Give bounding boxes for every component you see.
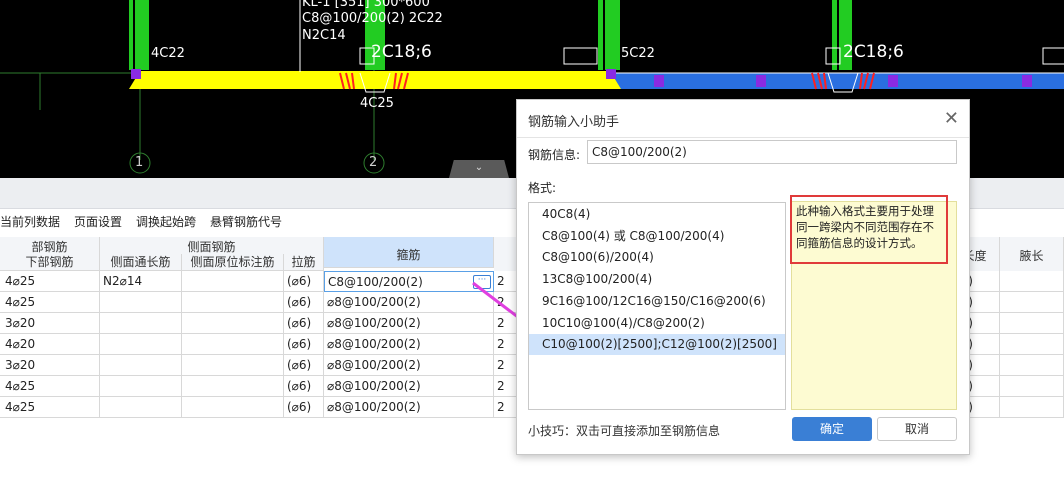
- table-cell-blank2[interactable]: [1000, 292, 1064, 313]
- header-side-original: 侧面原位标注筋: [182, 254, 284, 271]
- header-stirrup[interactable]: 箍筋: [324, 237, 494, 268]
- table-cell-orig[interactable]: [182, 292, 284, 313]
- table-cell-bottom[interactable]: 3⌀20: [0, 313, 100, 334]
- format-item[interactable]: 10C10@100(4)/C8@200(2): [529, 313, 785, 334]
- bottom-label: 4C25: [360, 96, 394, 111]
- format-item[interactable]: 13C8@100/200(4): [529, 269, 785, 290]
- table-cell-bottom[interactable]: 4⌀20: [0, 334, 100, 355]
- table-cell-tie[interactable]: (⌀6): [284, 397, 324, 418]
- rebar-info-label: 钢筋信息:: [528, 148, 581, 162]
- header-side-continuous: 侧面通长筋: [100, 254, 182, 271]
- table-cell-bottom[interactable]: 4⌀25: [0, 271, 100, 292]
- close-icon[interactable]: ✕: [944, 108, 959, 129]
- format-list: 40C8(4) C8@100(4) 或 C8@100/200(4) C8@100…: [528, 202, 786, 410]
- table-cell-side[interactable]: [100, 376, 182, 397]
- table-cell-stirrup[interactable]: ⌀8@100/200(2): [324, 313, 494, 334]
- rebar-info-input[interactable]: C8@100/200(2): [587, 140, 957, 164]
- table-cell-stirrup[interactable]: ⌀8@100/200(2): [324, 334, 494, 355]
- table-cell-stirrup[interactable]: ⌀8@100/200(2): [324, 292, 494, 313]
- table-cell-tie[interactable]: (⌀6): [284, 292, 324, 313]
- table-cell-blank2[interactable]: [1000, 313, 1064, 334]
- rebar-input-helper-dialog: 钢筋输入小助手 ✕ 钢筋信息: C8@100/200(2) 格式: 40C8(4…: [516, 99, 970, 455]
- table-cell-stirrup[interactable]: ⌀8@100/200(2): [324, 397, 494, 418]
- toolbar-page-setup[interactable]: 页面设置: [74, 213, 122, 235]
- table-cell-orig[interactable]: [182, 376, 284, 397]
- tip-text: 小技巧：双击可直接添加至钢筋信息: [528, 424, 721, 438]
- beam-label-line-3: N2C14: [302, 28, 346, 43]
- format-item[interactable]: C8@100(4) 或 C8@100/200(4): [529, 226, 785, 247]
- table-cell-orig[interactable]: [182, 271, 284, 292]
- table-cell-side[interactable]: N2⌀14: [100, 271, 182, 292]
- table-cell-side[interactable]: [100, 313, 182, 334]
- table-cell-orig[interactable]: [182, 355, 284, 376]
- format-item-selected[interactable]: C10@100(2)[2500];C12@100(2)[2500]: [529, 334, 785, 355]
- toolbar-swap-start-span[interactable]: 调换起始跨: [136, 213, 196, 235]
- table-cell-blank2[interactable]: [1000, 397, 1064, 418]
- table-cell-side[interactable]: [100, 355, 182, 376]
- ok-button[interactable]: 确定: [792, 417, 872, 441]
- table-cell-bottom[interactable]: 3⌀20: [0, 355, 100, 376]
- beam-label-line-2: C8@100/200(2) 2C22: [302, 11, 443, 26]
- format-item[interactable]: 40C8(4): [529, 204, 785, 225]
- cancel-button[interactable]: 取消: [877, 417, 957, 441]
- table-cell-tie[interactable]: (⌀6): [284, 376, 324, 397]
- more-options-button[interactable]: ···: [473, 275, 491, 289]
- support-label-left: 4C22: [151, 46, 185, 61]
- toolbar-current-column-data[interactable]: 当前列数据: [0, 213, 60, 235]
- beam-label-line-1: KL-1 [351] 300*600: [302, 0, 430, 10]
- table-cell-bottom[interactable]: 4⌀25: [0, 292, 100, 313]
- dialog-divider: [517, 137, 969, 138]
- header-bottom-rebar: 下部钢筋: [0, 254, 100, 271]
- table-cell-stirrup[interactable]: ⌀8@100/200(2): [324, 376, 494, 397]
- table-cell-tie[interactable]: (⌀6): [284, 355, 324, 376]
- axis-label-1: 1: [135, 155, 144, 170]
- table-cell-tie[interactable]: (⌀6): [284, 313, 324, 334]
- collapse-panel-tab[interactable]: ⌄: [449, 160, 509, 178]
- table-cell-blank2[interactable]: [1000, 334, 1064, 355]
- chevron-down-icon: ⌄: [474, 162, 484, 173]
- table-cell-orig[interactable]: [182, 313, 284, 334]
- table-cell-blank2[interactable]: [1000, 355, 1064, 376]
- dialog-title: 钢筋输入小助手: [528, 115, 620, 130]
- format-item[interactable]: C8@100(6)/200(4): [529, 247, 785, 268]
- table-cell-side[interactable]: [100, 292, 182, 313]
- format-description: 此种输入格式主要用于处理同一跨梁内不同范围存在不同箍筋信息的设计方式。: [790, 195, 948, 264]
- table-cell-stirrup[interactable]: ⌀8@100/200(2): [324, 355, 494, 376]
- toolbar-cantilever-code[interactable]: 悬臂钢筋代号: [210, 213, 282, 235]
- table-toolbar: 当前列数据 页面设置 调换起始跨 悬臂钢筋代号: [0, 213, 296, 235]
- axis-label-2: 2: [369, 155, 378, 170]
- table-cell-bottom[interactable]: 4⌀25: [0, 376, 100, 397]
- table-cell-side[interactable]: [100, 334, 182, 355]
- table-cell-tie[interactable]: (⌀6): [284, 334, 324, 355]
- table-cell-blank2[interactable]: [1000, 376, 1064, 397]
- support-label-right: 5C22: [621, 46, 655, 61]
- table-cell-orig[interactable]: [182, 397, 284, 418]
- header-tie: 拉筋: [284, 254, 324, 271]
- table-cell-tie[interactable]: (⌀6): [284, 271, 324, 292]
- span-label-1: 2C18;6: [371, 42, 432, 62]
- table-cell-blank2[interactable]: [1000, 271, 1064, 292]
- table-cell-stirrup[interactable]: C8@100/200(2): [324, 271, 494, 292]
- format-item[interactable]: 9C16@100/12C16@150/C16@200(6): [529, 291, 785, 312]
- table-cell-side[interactable]: [100, 397, 182, 418]
- span-label-2: 2C18;6: [843, 42, 904, 62]
- table-cell-bottom[interactable]: 4⌀25: [0, 397, 100, 418]
- table-cell-orig[interactable]: [182, 334, 284, 355]
- format-label: 格式:: [528, 181, 557, 195]
